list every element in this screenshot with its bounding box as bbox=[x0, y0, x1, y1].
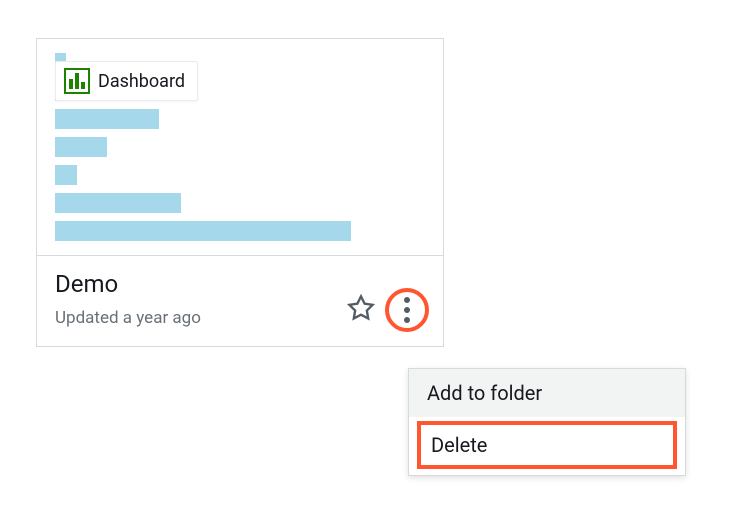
dashboard-card[interactable]: Dashboard Demo Updated a year ago bbox=[36, 38, 444, 347]
card-actions bbox=[347, 288, 429, 332]
card-preview: Dashboard bbox=[37, 39, 443, 255]
star-icon[interactable] bbox=[347, 294, 375, 326]
chart-bar bbox=[55, 109, 159, 129]
more-options-button[interactable] bbox=[385, 288, 429, 332]
menu-item-add-to-folder[interactable]: Add to folder bbox=[409, 369, 685, 417]
chart-bar bbox=[55, 193, 181, 213]
kebab-dot bbox=[404, 317, 410, 323]
kebab-dot bbox=[404, 307, 410, 313]
menu-item-delete[interactable]: Delete bbox=[417, 421, 677, 469]
context-menu: Add to folder Delete bbox=[408, 368, 686, 476]
chart-bar bbox=[55, 137, 107, 157]
bar-chart-icon bbox=[64, 68, 90, 94]
card-meta: Demo Updated a year ago bbox=[37, 255, 443, 346]
type-badge: Dashboard bbox=[55, 61, 198, 101]
chart-bar bbox=[55, 221, 351, 241]
chart-bar bbox=[55, 165, 77, 185]
kebab-dot bbox=[404, 297, 410, 303]
type-badge-label: Dashboard bbox=[98, 71, 185, 92]
